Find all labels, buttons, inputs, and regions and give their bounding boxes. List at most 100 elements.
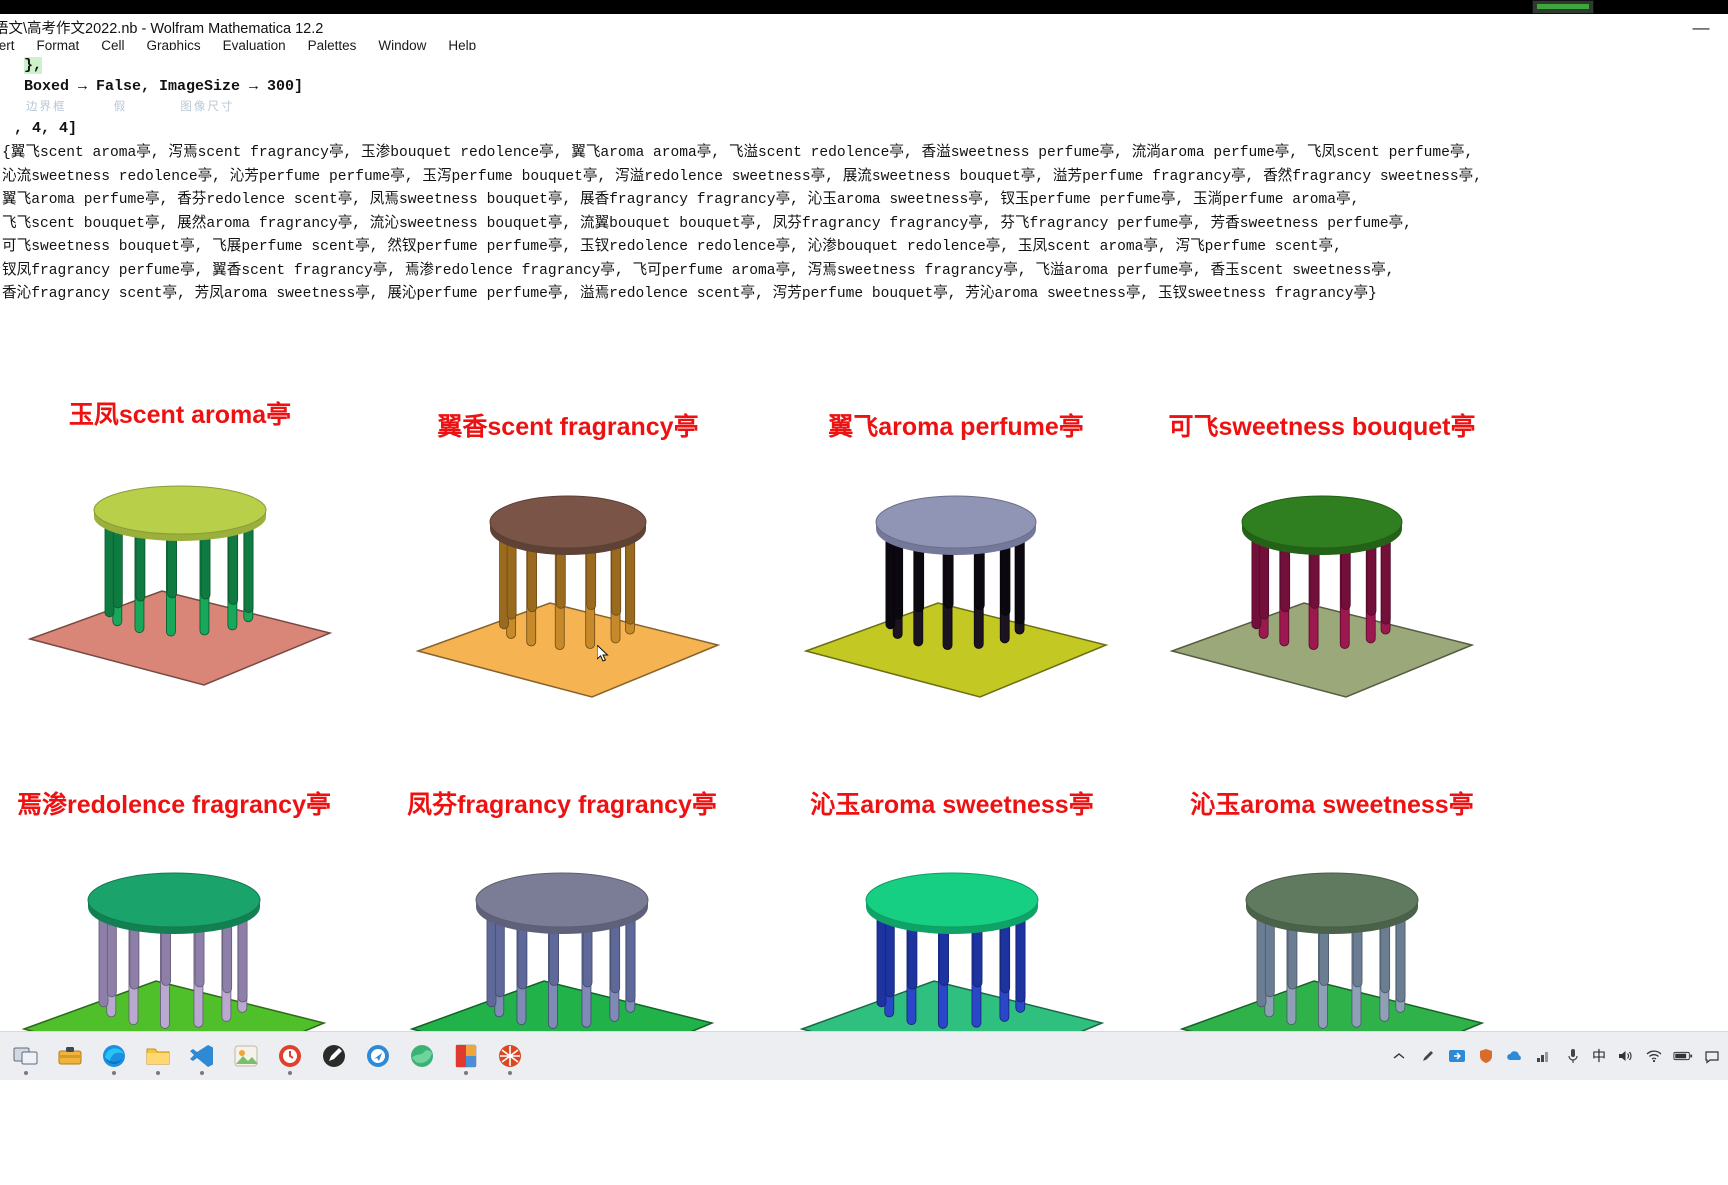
plot-title: 沁玉aroma sweetness亭: [1190, 791, 1474, 819]
taskbar-apps[interactable]: [4, 1032, 532, 1080]
taskbar-app-maps[interactable]: [400, 1034, 444, 1078]
plot-cell-8[interactable]: 沁玉aroma sweetness亭: [1132, 785, 1532, 1185]
plot-title: 玉凤scent aroma亭: [68, 401, 292, 429]
code-line-brace: },: [24, 57, 43, 74]
pavilion-base: [415, 602, 721, 698]
code-line-options: Boxed → False, ImageSize → 300]: [24, 78, 303, 95]
pavilion-render: [21, 872, 327, 1076]
pavilion-render: [27, 485, 333, 686]
taskbar-app-browser[interactable]: [356, 1034, 400, 1078]
taskbar[interactable]: 中: [0, 1031, 1728, 1080]
plot-title: 可飞sweetness bouquet亭: [1168, 413, 1476, 441]
pavilion-render: [799, 872, 1105, 1076]
pen-icon[interactable]: [1418, 1046, 1438, 1066]
code-line-tail: , 4, 4]: [14, 120, 78, 137]
pavilion-roof: [1245, 872, 1419, 928]
taskbar-app-file-explorer[interactable]: [136, 1034, 180, 1078]
plot-canvas[interactable]: [752, 825, 1152, 1185]
plot-cell-1[interactable]: 玉凤scent aroma亭: [0, 395, 380, 795]
plot-cell-6[interactable]: 凤芬fragrancy fragrancy亭: [362, 785, 762, 1185]
plot-canvas[interactable]: [362, 825, 762, 1185]
plot-cell-4[interactable]: 可飞sweetness bouquet亭: [1122, 407, 1522, 807]
network-icon[interactable]: [1534, 1046, 1554, 1066]
pavilion-base: [1169, 602, 1475, 698]
speaker-icon[interactable]: [1615, 1046, 1635, 1066]
notification-icon[interactable]: [1702, 1046, 1722, 1066]
ime-indicator[interactable]: 中: [1592, 1046, 1606, 1066]
pavilion-base: [803, 602, 1109, 698]
pavilion-base: [27, 590, 333, 686]
pavilion-roof: [875, 495, 1037, 549]
plot-title: 翼飞aroma perfume亭: [828, 413, 1084, 441]
pavilion-roof: [1241, 495, 1403, 549]
plot-canvas[interactable]: [0, 435, 380, 795]
running-indicator: [24, 1071, 28, 1075]
shield-icon[interactable]: [1476, 1046, 1496, 1066]
plot-cell-2[interactable]: 翼香scent fragrancy亭: [368, 407, 768, 807]
bezel-block: [688, 0, 1208, 14]
pavilion-roof: [93, 485, 267, 535]
pavilion-roof: [87, 872, 261, 928]
output-line: 可飞sweetness bouquet亭, 飞展perfume scent亭, …: [2, 239, 1342, 255]
plot-canvas[interactable]: [368, 447, 768, 807]
plot-canvas[interactable]: [1132, 825, 1532, 1185]
pavilion-roof: [475, 872, 649, 928]
output-line: 翼飞aroma perfume亭, 香芬redolence scent亭, 凤焉…: [2, 192, 1360, 208]
taskbar-app-mathematica[interactable]: [488, 1034, 532, 1078]
pavilion-render: [803, 495, 1109, 698]
plot-grid: 玉凤scent aroma亭 翼香scent fragrancy亭 翼飞arom…: [0, 395, 1728, 1076]
taskbar-app-timer[interactable]: [268, 1034, 312, 1078]
code-options-text: Boxed → False, ImageSize → 300]: [24, 78, 304, 95]
taskbar-app-toolbox[interactable]: [48, 1034, 92, 1078]
plot-cell-7[interactable]: 沁玉aroma sweetness亭: [752, 785, 1152, 1185]
plot-title: 凤芬fragrancy fragrancy亭: [407, 791, 717, 819]
mouse-cursor: [597, 645, 609, 662]
minimize-button[interactable]: —: [1690, 18, 1712, 38]
screen-top-bezel: [0, 0, 1728, 14]
running-indicator: [156, 1071, 160, 1075]
annotation-false: 假: [113, 101, 128, 113]
output-line: 香沁fragrancy scent亭, 芳凤aroma sweetness亭, …: [2, 286, 1377, 302]
plot-canvas[interactable]: [1122, 447, 1522, 807]
share-icon[interactable]: [1447, 1046, 1467, 1066]
output-text-block: {翼飞scent aroma亭, 泻焉scent fragrancy亭, 玉渗b…: [2, 142, 1602, 307]
pavilion-roof: [865, 872, 1039, 928]
mic-icon[interactable]: [1563, 1046, 1583, 1066]
pavilion-render: [1179, 872, 1485, 1076]
plot-title: 沁玉aroma sweetness亭: [810, 791, 1094, 819]
taskbar-app-vscode[interactable]: [180, 1034, 224, 1078]
battery-icon[interactable]: [1673, 1046, 1693, 1066]
window-title: 语文\高考作文2022.nb - Wolfram Mathematica 12.…: [0, 21, 324, 37]
taskbar-app-edge[interactable]: [92, 1034, 136, 1078]
annotation-boxed: 边界框: [26, 101, 67, 113]
cloud-icon[interactable]: [1505, 1046, 1525, 1066]
plot-cell-5[interactable]: 焉渗redolence fragrancy亭: [0, 785, 374, 1185]
plot-canvas[interactable]: [0, 825, 374, 1185]
chevron-up-icon[interactable]: [1389, 1046, 1409, 1066]
wifi-icon[interactable]: [1644, 1046, 1664, 1066]
taskbar-app-pen[interactable]: [312, 1034, 356, 1078]
code-options-annotation: 边界框 假 图像尺寸: [26, 98, 234, 114]
pavilion-roof: [489, 495, 647, 549]
output-line: 沁流sweetness redolence亭, 沁芳perfume perfum…: [2, 168, 1482, 185]
plot-row-1: 玉凤scent aroma亭 翼香scent fragrancy亭 翼飞arom…: [0, 395, 1728, 795]
system-tray[interactable]: 中: [1389, 1032, 1722, 1080]
running-indicator: [464, 1071, 468, 1075]
output-line: 飞飞scent bouquet亭, 展然aroma fragrancy亭, 流沁…: [2, 215, 1412, 232]
running-indicator: [508, 1071, 512, 1075]
plot-title: 翼香scent fragrancy亭: [437, 413, 699, 441]
pavilion-render: [1169, 495, 1475, 698]
output-line: 钗凤fragrancy perfume亭, 翼香scent fragrancy亭…: [2, 262, 1395, 279]
taskbar-app-notes[interactable]: [444, 1034, 488, 1078]
running-indicator: [200, 1071, 204, 1075]
plot-canvas[interactable]: [756, 447, 1156, 807]
annotation-imagesize: 图像尺寸: [180, 101, 235, 113]
output-line: {翼飞scent aroma亭, 泻焉scent fragrancy亭, 玉渗b…: [2, 145, 1474, 161]
pavilion-render: [415, 495, 721, 698]
pavilion-render: [409, 872, 715, 1076]
taskbar-app-image-viewer[interactable]: [224, 1034, 268, 1078]
taskbar-app-task-view[interactable]: [4, 1034, 48, 1078]
notebook-area[interactable]: }, Boxed → False, ImageSize → 300] 边界框 假…: [0, 50, 1728, 1076]
plot-row-2: 焉渗redolence fragrancy亭 凤芬fragrancy fragr…: [0, 791, 1728, 1076]
plot-cell-3[interactable]: 翼飞aroma perfume亭: [756, 407, 1156, 807]
